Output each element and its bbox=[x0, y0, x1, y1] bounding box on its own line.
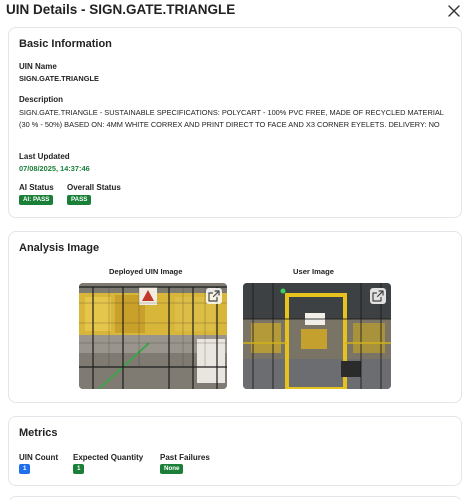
close-icon bbox=[448, 5, 460, 17]
deployed-image-caption: Deployed UIN Image bbox=[109, 267, 183, 276]
expected-quantity-badge: 1 bbox=[73, 464, 85, 474]
past-failures-badge: None bbox=[160, 464, 184, 474]
user-image-caption: User Image bbox=[293, 267, 334, 276]
analysis-image-title: Analysis Image bbox=[19, 242, 100, 254]
expected-quantity-label: Expected Quantity bbox=[73, 453, 144, 462]
metrics-title: Metrics bbox=[19, 427, 58, 439]
uin-count-label: UIN Count bbox=[19, 453, 59, 462]
deployed-warehouse-photo bbox=[79, 283, 227, 389]
external-link-icon bbox=[208, 290, 220, 302]
analysis-image-card: Analysis Image Deployed UIN Image User I… bbox=[8, 231, 462, 403]
overall-status-badge: PASS bbox=[67, 195, 92, 205]
ai-status-badge: AI: PASS bbox=[19, 195, 54, 205]
dialog-header: UIN Details - SIGN.GATE.TRIANGLE bbox=[0, 0, 468, 22]
user-warehouse-photo bbox=[243, 283, 391, 389]
last-updated-label: Last Updated bbox=[19, 152, 70, 161]
uin-count-badge: 1 bbox=[19, 464, 31, 474]
basic-information-title: Basic Information bbox=[19, 38, 112, 50]
close-button[interactable] bbox=[445, 2, 463, 20]
last-updated-value: 07/08/2025, 14:37:46 bbox=[19, 164, 90, 173]
overall-status-label: Overall Status bbox=[67, 183, 121, 192]
next-card bbox=[8, 496, 462, 500]
uin-name-value: SIGN.GATE.TRIANGLE bbox=[19, 74, 99, 83]
external-link-icon bbox=[372, 290, 384, 302]
open-deployed-image-button[interactable] bbox=[206, 288, 222, 304]
uin-name-label: UIN Name bbox=[19, 62, 57, 71]
description-value: SIGN.GATE.TRIANGLE - SUSTAINABLE SPECIFI… bbox=[19, 108, 444, 129]
ai-status-label: AI Status bbox=[19, 183, 54, 192]
past-failures-label: Past Failures bbox=[160, 453, 210, 462]
open-user-image-button[interactable] bbox=[370, 288, 386, 304]
basic-information-card: Basic Information UIN Name SIGN.GATE.TRI… bbox=[8, 27, 462, 218]
description-label: Description bbox=[19, 95, 64, 104]
user-image[interactable] bbox=[243, 283, 391, 389]
deployed-uin-image[interactable] bbox=[79, 283, 227, 389]
dialog-title: UIN Details - SIGN.GATE.TRIANGLE bbox=[6, 2, 236, 17]
metrics-card: Metrics UIN Count 1 Expected Quantity 1 … bbox=[8, 416, 462, 486]
